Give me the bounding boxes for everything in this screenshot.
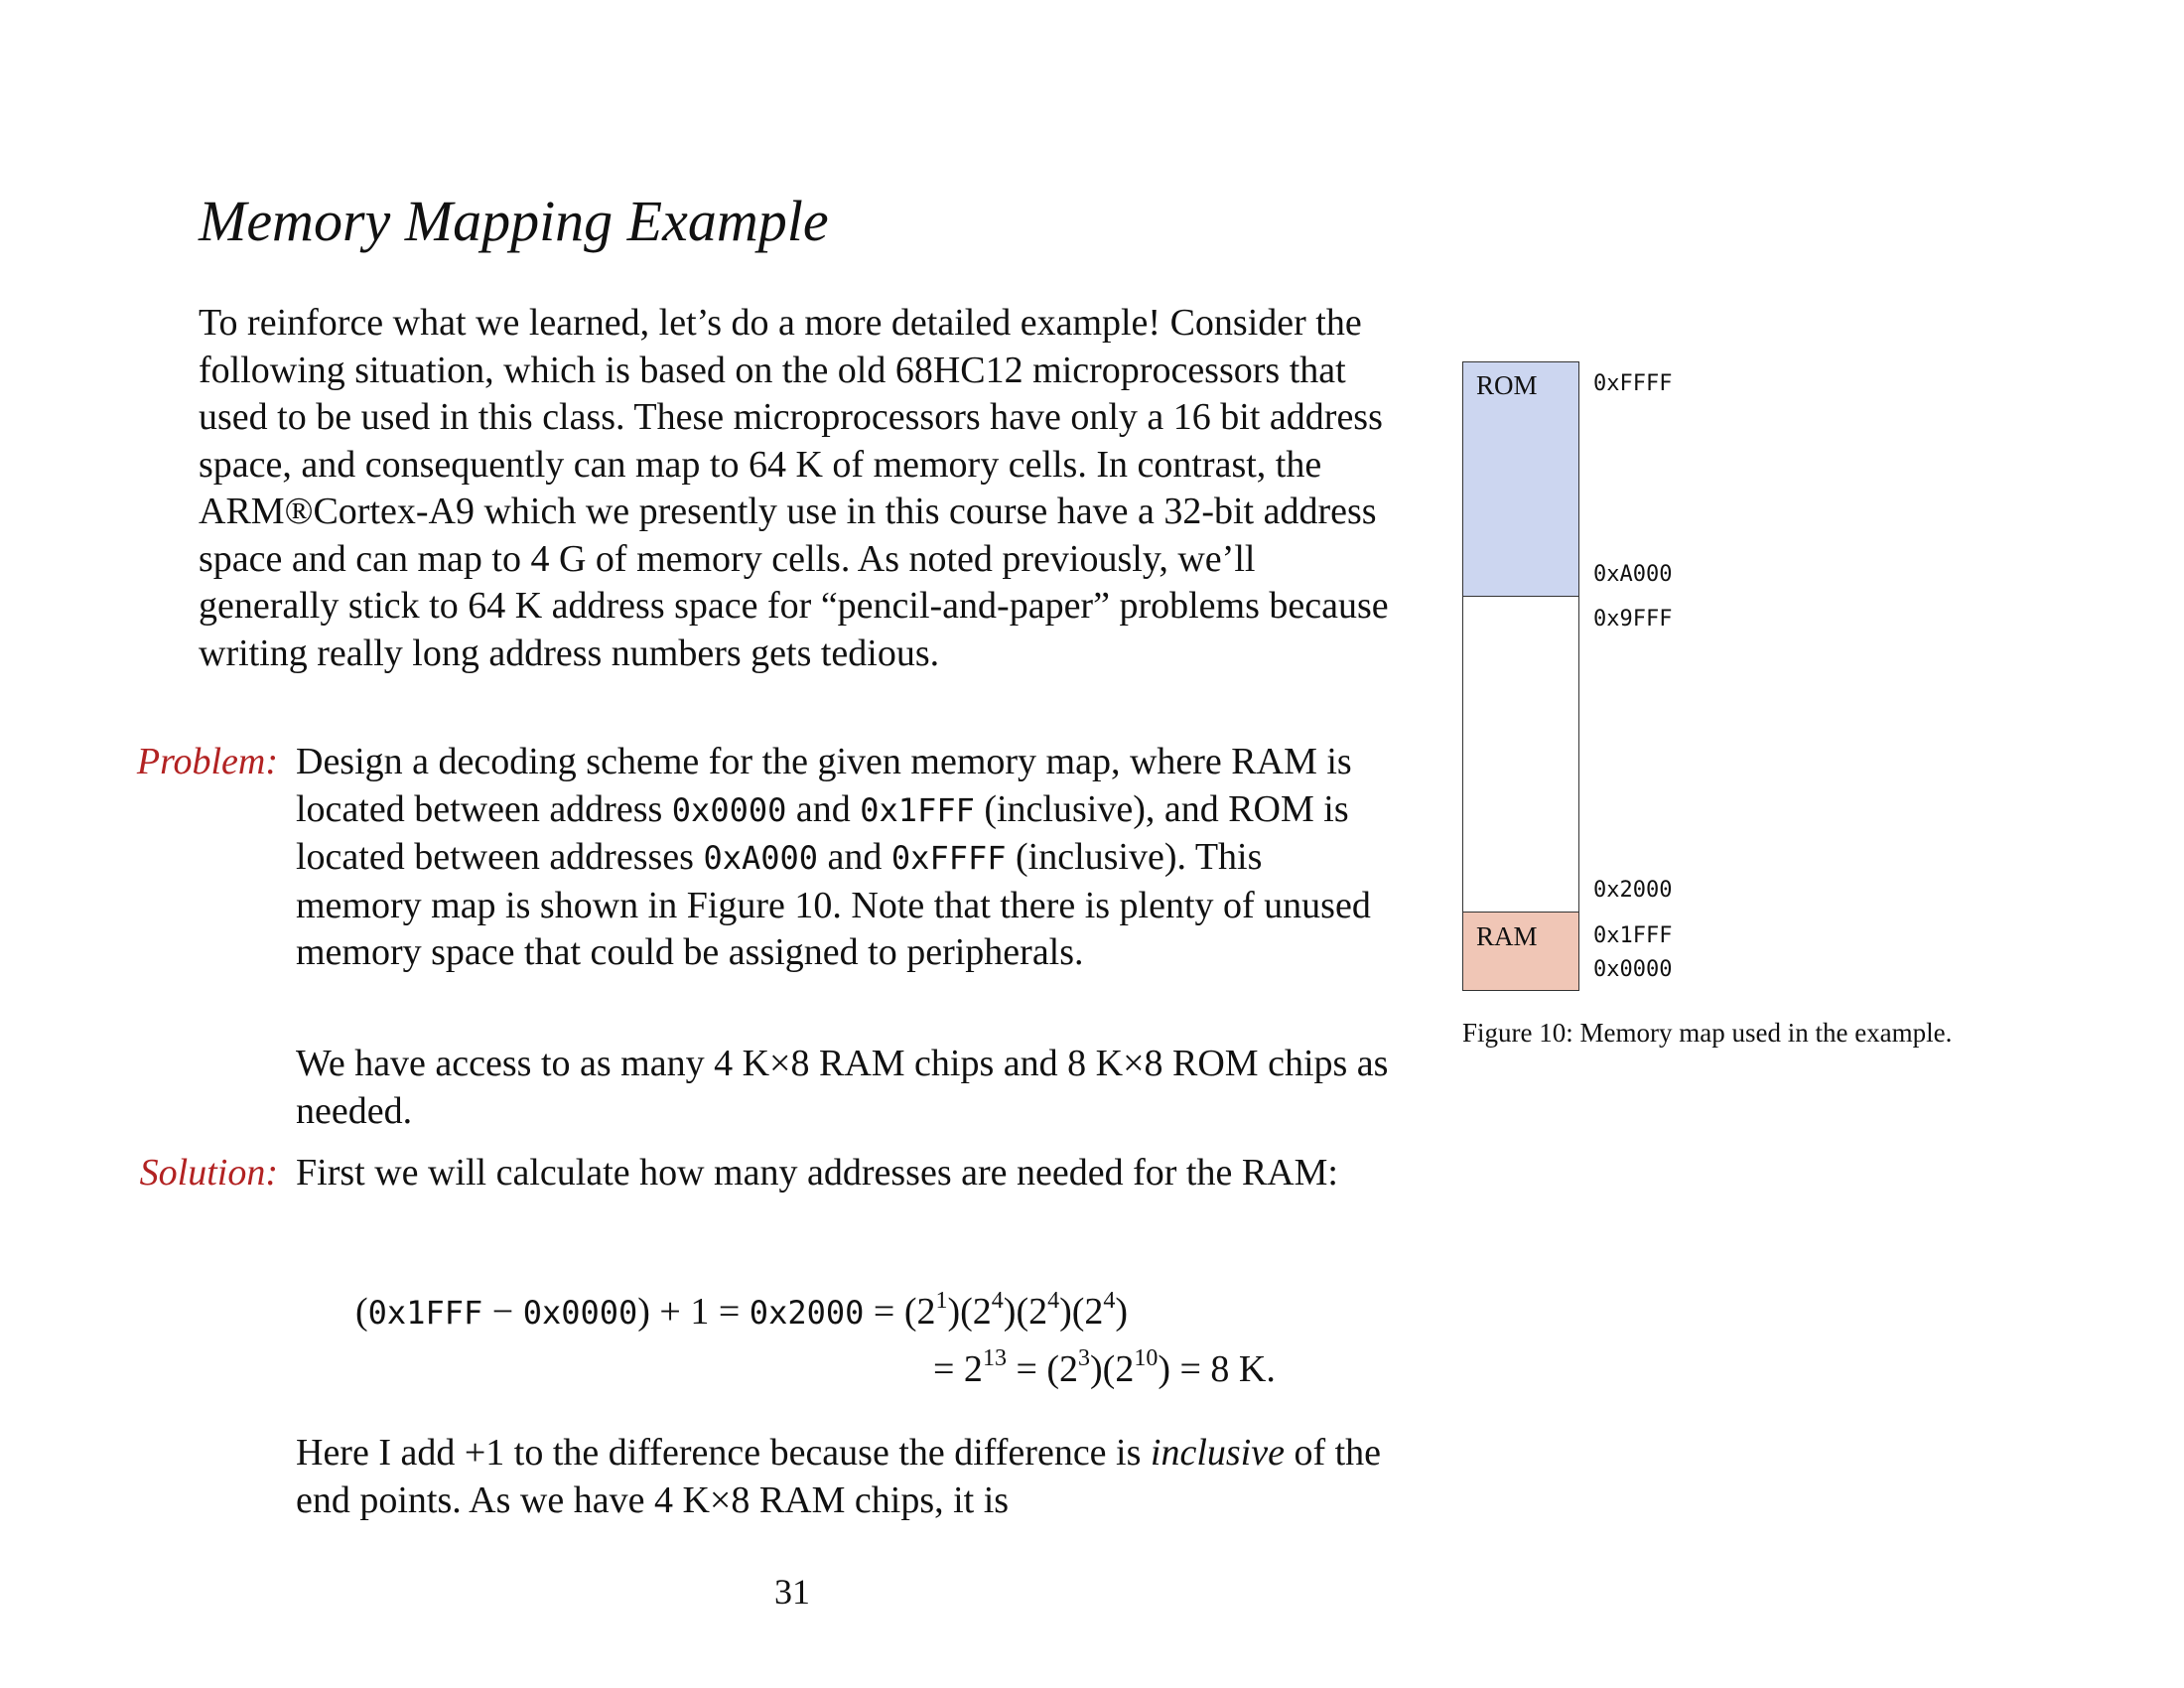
math-64k: 64 K [468, 585, 543, 627]
page-title: Memory Mapping Example [199, 189, 829, 253]
solution-paragraph: First we will calculate how many address… [296, 1152, 1338, 1194]
problem-paragraph: Design a decoding scheme for the given m… [296, 739, 1395, 977]
math-plus-one: +1 [464, 1432, 505, 1474]
page-number: 31 [774, 1572, 810, 1612]
math-ram-chip: 4 K×8 [653, 1478, 751, 1521]
eq-exponent: 4 [991, 1288, 1004, 1314]
address-code: 0x0000 [671, 790, 787, 829]
eq-exponent: 10 [1134, 1345, 1159, 1371]
eq-part: = 2 [933, 1348, 983, 1390]
ram-label: RAM [1476, 921, 1538, 951]
address-code: 0x1FFF [860, 790, 975, 829]
address-2000: 0x2000 [1593, 878, 1673, 903]
eq-part: ) + 1 = [637, 1291, 750, 1333]
eq-exponent: 3 [1078, 1345, 1091, 1371]
address-9fff: 0x9FFF [1593, 607, 1673, 632]
eq-code: 0x0000 [522, 1294, 638, 1332]
intro-paragraph: To reinforce what we learned, let’s do a… [199, 300, 1395, 677]
rom-label: ROM [1476, 370, 1538, 400]
address-ffff: 0xFFFF [1593, 371, 1673, 396]
problem-text: RAM chips and [809, 1043, 1068, 1084]
eq-part: ) [1115, 1291, 1129, 1333]
problem-label: Problem: [136, 741, 278, 782]
eq-part: ( [355, 1291, 368, 1333]
problem-text: We have access to as many [296, 1043, 715, 1084]
figure-caption: Figure 10: Memory map used in the exampl… [1462, 1018, 1953, 1048]
eq-part: ) = 8 K. [1158, 1348, 1276, 1390]
address-code: 0xA000 [703, 839, 819, 877]
eq-part: )(2 [1003, 1291, 1048, 1333]
eq-part: )(2 [1059, 1291, 1104, 1333]
eq-exponent: 4 [1047, 1288, 1060, 1314]
explanation-paragraph: Here I add +1 to the difference because … [296, 1430, 1395, 1524]
eq-part: )(2 [1090, 1348, 1135, 1390]
eq-part: = (2 [864, 1291, 936, 1333]
eq-part: − [482, 1291, 523, 1333]
explanation-text: Here I add [296, 1432, 465, 1474]
address-0000: 0x0000 [1593, 957, 1673, 982]
equation-line-1: (0x1FFF − 0x0000) + 1 = 0x2000 = (21)(24… [355, 1289, 1129, 1333]
address-code: 0xFFFF [890, 839, 1007, 877]
equation-line-2: = 213 = (23)(210) = 8 K. [933, 1346, 1276, 1390]
explanation-text: RAM chips, it is [750, 1478, 1010, 1521]
eq-code: 0x2000 [749, 1294, 865, 1332]
math-4g: 4 G [530, 537, 587, 580]
math-64k: 64 K [748, 443, 823, 486]
math-ram-chip: 4 K×8 [714, 1043, 810, 1084]
explanation-text: to the difference because the difference… [504, 1432, 1151, 1474]
eq-exponent: 13 [982, 1345, 1007, 1371]
eq-exponent: 1 [935, 1288, 948, 1314]
unused-block [1462, 596, 1579, 914]
eq-code: 0x1FFF [367, 1294, 483, 1332]
eq-part: )(2 [947, 1291, 992, 1333]
problem-text: and [786, 787, 861, 830]
problem-paragraph-2: We have access to as many 4 K×8 RAM chip… [296, 1041, 1395, 1135]
eq-part: = (2 [1006, 1348, 1079, 1390]
emphasis-text: in­clusive [1150, 1432, 1285, 1474]
address-1fff: 0x1FFF [1593, 923, 1673, 948]
solution-label: Solution: [139, 1152, 278, 1194]
eq-exponent: 4 [1103, 1288, 1116, 1314]
problem-text: and [818, 836, 891, 878]
math-rom-chip: 8 K×8 [1067, 1043, 1163, 1084]
address-a000: 0xA000 [1593, 562, 1673, 587]
